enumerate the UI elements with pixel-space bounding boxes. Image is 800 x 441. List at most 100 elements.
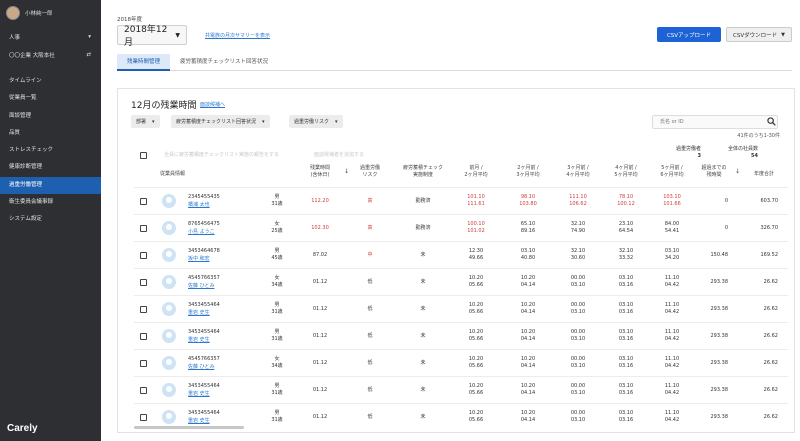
- cell-m5-average: 04.42: [664, 282, 680, 288]
- csv-upload-button[interactable]: CSVアップロード: [657, 27, 721, 42]
- col-overtime[interactable]: 残業時間 (含休日): [300, 165, 340, 178]
- user-profile[interactable]: 小林純一郎: [6, 6, 53, 20]
- cell-m1-average: 05.66: [468, 390, 484, 396]
- row-checkbox[interactable]: [140, 306, 147, 313]
- cell-m3-value: 00.00: [570, 329, 586, 335]
- table-row[interactable]: 3453455464 重岩 史生男 31歳 01.12 低未 10.20 05.66 10.2…: [134, 295, 788, 322]
- search-input[interactable]: [652, 115, 778, 129]
- cell-remaining: 293.38: [710, 360, 729, 366]
- overworked-count-label: 過重労働者: [676, 146, 702, 152]
- col-month-5: 5ヶ月前 / 6ヶ月平均: [660, 165, 684, 178]
- filter-department[interactable]: 部署 ▾: [131, 115, 160, 128]
- table-row[interactable]: 8765456475 小島 ようこ 女 25歳 102.30 高 勤務済 100.10 101.…: [134, 214, 788, 241]
- cell-m1-average: 05.66: [468, 309, 484, 315]
- search-icon[interactable]: [767, 117, 776, 126]
- tab-fatigue-checklist[interactable]: 疲労蓄積度チェックリスト回答状況: [170, 54, 278, 71]
- horizontal-scrollbar[interactable]: [134, 426, 244, 429]
- department-selector[interactable]: 人事 ▾: [9, 33, 91, 41]
- sidebar-item[interactable]: 衛生委員会議事録: [0, 194, 101, 211]
- sidebar-item[interactable]: 品質: [0, 125, 101, 142]
- employee-gender: 女: [274, 356, 280, 362]
- sidebar-item[interactable]: タイムライン: [0, 73, 101, 90]
- table-row[interactable]: 4545766357 佐藤 ひとみ女 34歳 01.12 低未 10.20 05.66 10.…: [134, 268, 788, 295]
- sort-arrow-icon[interactable]: ↓: [344, 168, 349, 176]
- cell-m5-value: 03.10: [664, 248, 680, 254]
- sidebar-item[interactable]: 面談管理: [0, 108, 101, 125]
- notify-fatigue-button[interactable]: 全員に疲労蓄積度チェックリスト実施の報告をする: [164, 151, 279, 158]
- employee-id: 2345455435: [188, 194, 220, 200]
- cell-annual-total: 326.70: [760, 225, 779, 231]
- row-checkbox[interactable]: [140, 360, 147, 367]
- cell-m2-value: 10.20: [520, 383, 536, 389]
- employee-name-link[interactable]: 重岩 史生: [188, 390, 210, 397]
- cell-m5-average: 04.42: [664, 363, 680, 369]
- row-checkbox[interactable]: [140, 387, 147, 394]
- avatar: [162, 275, 176, 289]
- select-all-checkbox[interactable]: [140, 152, 147, 159]
- employee-name-link[interactable]: 重岩 史生: [188, 336, 210, 343]
- cell-m3-average: 30.60: [570, 255, 586, 261]
- table-row[interactable]: 2345455435 橋浦 太也 男 31歳 112.20 高 勤務済 101.10 111.6…: [134, 187, 788, 214]
- tab-overtime[interactable]: 残業時間管理: [117, 54, 171, 71]
- cell-m5-average: 101.66: [663, 201, 681, 207]
- cell-remaining: 150.48: [710, 252, 729, 258]
- sidebar-item[interactable]: 健康診断管理: [0, 159, 101, 176]
- employee-name-link[interactable]: 重岩 史生: [188, 417, 210, 424]
- col-remaining: 超過までの 残時間: [701, 165, 727, 178]
- cell-risk: 低: [367, 306, 373, 312]
- employee-gender: 女: [274, 275, 280, 281]
- row-checkbox[interactable]: [140, 279, 147, 286]
- monthly-summary-link[interactable]: 共電族の月次サマリーを表示: [205, 32, 270, 39]
- cell-m5-value: 11.10: [664, 302, 680, 308]
- sidebar-item[interactable]: 従業員一覧: [0, 90, 101, 107]
- cell-risk: 低: [367, 387, 373, 393]
- row-checkbox[interactable]: [140, 333, 147, 340]
- cell-risk: 低: [367, 360, 373, 366]
- sidebar-item[interactable]: 過重労働管理: [0, 176, 101, 195]
- row-checkbox[interactable]: [140, 198, 147, 205]
- employee-name-link[interactable]: 佐藤 ひとみ: [188, 363, 214, 370]
- swap-icon: ⇄: [86, 52, 91, 58]
- cell-m4-average: 03.16: [618, 336, 634, 342]
- row-checkbox[interactable]: [140, 252, 147, 259]
- cell-risk: 低: [367, 414, 373, 420]
- row-checkbox[interactable]: [140, 225, 147, 232]
- table-row[interactable]: 3453455464 重岩 史生男 31歳 01.12 低未 10.20 05.66 10.2…: [134, 322, 788, 349]
- employee-id: 3453455464: [188, 329, 220, 335]
- employee-gender: 男: [274, 302, 280, 308]
- sort-arrow-icon[interactable]: ↓: [735, 168, 740, 176]
- sidebar-item[interactable]: システム設定: [0, 211, 101, 228]
- cell-m4-average: 100.12: [617, 201, 635, 207]
- main-content: 2018年度 2018年12月 ▼ 共電族の月次サマリーを表示 CSVアップロー…: [101, 0, 800, 441]
- employee-name-link[interactable]: 坂中 和宏: [188, 255, 210, 262]
- employee-name-link[interactable]: 佐藤 ひとみ: [188, 282, 214, 289]
- sidebar-item[interactable]: ストレスチェック: [0, 142, 101, 159]
- interview-candidates-link[interactable]: 面談候補へ: [200, 101, 225, 108]
- table-row[interactable]: 3453455464 重岩 史生男 31歳 01.12 低未 10.20 05.66 10.2…: [134, 376, 788, 403]
- cell-overtime: 112.20: [311, 198, 329, 204]
- cell-m4-average: 33.32: [618, 255, 634, 261]
- cell-m4-value: 03.10: [618, 356, 634, 362]
- employee-id: 3453464678: [188, 248, 220, 254]
- employee-name-link[interactable]: 橋浦 太也: [188, 201, 210, 208]
- cell-m4-value: 03.10: [618, 302, 634, 308]
- filter-fatigue-status[interactable]: 疲労蓄積度チェックリスト回答状況 ▾: [171, 115, 270, 128]
- row-checkbox[interactable]: [140, 414, 147, 421]
- cell-fatigue: 未: [420, 387, 426, 393]
- employee-name-link[interactable]: 小島 ようこ: [188, 228, 215, 235]
- add-interview-candidate-button[interactable]: 面談候補者を追加する: [314, 151, 364, 158]
- cell-overtime: 87.02: [312, 252, 328, 258]
- table-row[interactable]: 3453464678 坂中 和宏 男 45歳 87.02 中 未 12.30 49.66 03.1…: [134, 241, 788, 268]
- employee-age: 45歳: [271, 255, 283, 261]
- employee-gender: 男: [274, 248, 280, 254]
- cell-overtime: 01.12: [312, 333, 328, 339]
- cell-overtime: 01.12: [312, 360, 328, 366]
- month-select[interactable]: 2018年12月 ▼: [117, 25, 187, 48]
- csv-download-button[interactable]: CSVダウンロード ▼: [726, 27, 792, 42]
- overworked-count: 過重労働者 3: [676, 146, 701, 160]
- cell-m1-value: 10.20: [468, 383, 484, 389]
- employee-name-link[interactable]: 重岩 史生: [188, 309, 210, 316]
- table-row[interactable]: 4545766357 佐藤 ひとみ女 34歳 01.12 低未 10.20 05.66 10.…: [134, 349, 788, 376]
- office-selector[interactable]: 〇〇企業 大阪本社 ⇄: [9, 51, 91, 59]
- filter-overwork-risk[interactable]: 過重労働リスク ▾: [289, 115, 343, 128]
